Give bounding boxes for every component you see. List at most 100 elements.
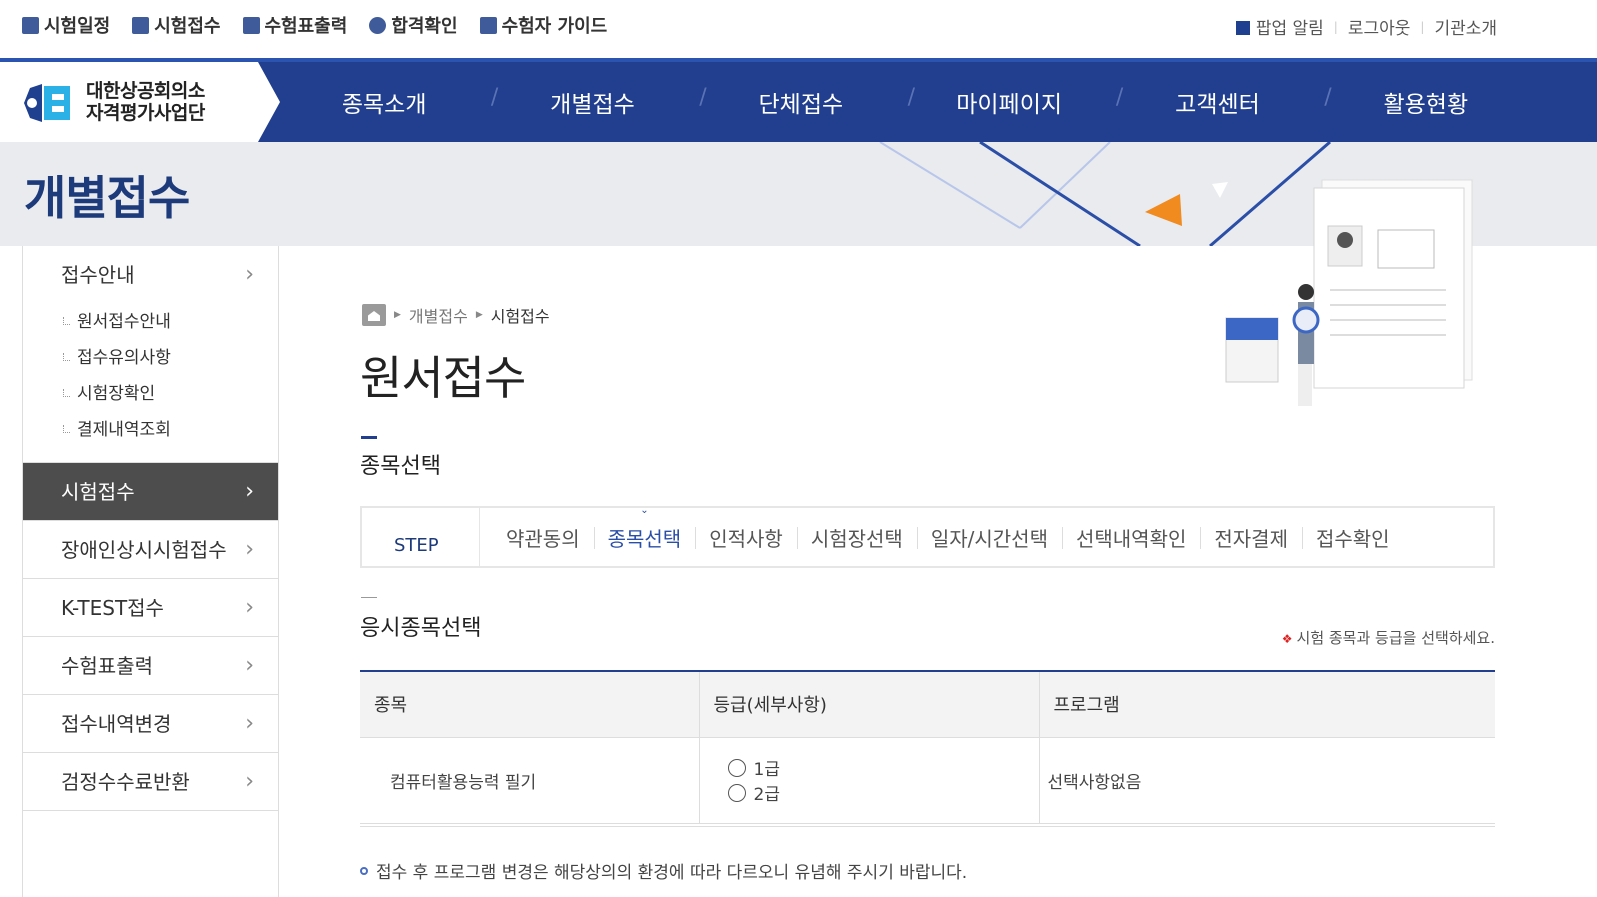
grade-option-2[interactable]: 2급 [727, 780, 1039, 805]
step-subject-label: 종목선택 [607, 526, 682, 551]
gnb-menu: 종목소개 / 개별접수 / 단체접수 / 마이페이지 / 고객센터 / 활용현황 [280, 62, 1530, 142]
sidebar-item-ticket-print[interactable]: 수험표출력 › [23, 637, 278, 695]
home-icon[interactable] [362, 304, 386, 326]
gnb-item-support[interactable]: 고객센터 / [1113, 85, 1331, 119]
logo-line1: 대한상공회의소 [86, 80, 205, 102]
sidebar-submenu: 원서접수안내 접수유의사항 시험장확인 결제내역조회 [23, 304, 278, 463]
util-guide[interactable]: 수험자 가이드 [479, 12, 608, 38]
sidebar-item-label: 검정수수료반환 [61, 770, 190, 794]
chevron-right-icon: › [245, 595, 254, 620]
sidebar-item-ktest[interactable]: K-TEST접수 › [23, 579, 278, 637]
util-label: 시험일정 [44, 16, 111, 37]
table-bottom-border [360, 824, 1495, 827]
subject-cell: 컴퓨터활용능력 필기 [360, 737, 700, 824]
utility-bar: 시험일정 시험접수 수험표출력 합격확인 수험자 가이드 팝업 알림 | 로그아… [0, 0, 1597, 58]
step-personal: 인적사항 [695, 523, 797, 552]
section-title: 종목선택 [360, 454, 441, 479]
grade-option-label: 2급 [753, 785, 780, 805]
badge-icon [369, 16, 387, 34]
breadcrumb-level1[interactable]: 개별접수 [409, 303, 468, 327]
subject-table: 종목 등급(세부사항) 프로그램 컴퓨터활용능력 필기 1급 2급 선택사항없음 [360, 670, 1495, 824]
gnb-label: 마이페이지 [956, 92, 1063, 118]
util-pass-check[interactable]: 합격확인 [369, 12, 458, 38]
sidebar-item-label: 접수내역변경 [61, 712, 172, 736]
gnb-item-intro[interactable]: 종목소개 / [280, 85, 498, 119]
logo-line2: 자격평가사업단 [86, 102, 205, 124]
subsection-mark [361, 597, 377, 598]
required-icon: ❖ [1281, 632, 1293, 646]
gnb-item-usage[interactable]: 활용현황 [1322, 85, 1530, 119]
step-venue: 시험장선택 [796, 523, 917, 552]
sidebar-item-exam-register[interactable]: 시험접수 › [23, 463, 278, 521]
breadcrumb-arrow-icon: ▶ [475, 310, 483, 320]
table-row: 컴퓨터활용능력 필기 1급 2급 선택사항없음 [360, 737, 1495, 824]
sidebar: 접수안내 › 원서접수안내 접수유의사항 시험장확인 결제내역조회 시험접수 ›… [22, 246, 279, 897]
gnb-label: 종목소개 [341, 92, 427, 118]
logo-mark-icon [24, 84, 70, 122]
sidebar-item-label: 장애인상시시험접수 [61, 538, 227, 562]
chevron-right-icon: › [245, 262, 254, 287]
sidebar-sub-venue-check[interactable]: 시험장확인 [61, 376, 278, 412]
grade-option-1[interactable]: 1급 [727, 755, 1039, 780]
sidebar-sub-payment-history[interactable]: 결제내역조회 [61, 412, 278, 448]
program-cell: 선택사항없음 [1039, 737, 1495, 824]
step-subject: ⌄ 종목선택 [593, 505, 696, 552]
table-header: 등급(세부사항) [699, 670, 1040, 738]
selection-note: ❖ 시험 종목과 등급을 선택하세요. [1282, 627, 1495, 648]
popup-link[interactable]: 팝업 알림 [1235, 14, 1324, 39]
selection-note-text: 시험 종목과 등급을 선택하세요. [1296, 629, 1495, 647]
util-label: 수험표출력 [264, 16, 348, 37]
util-label: 시험접수 [154, 16, 221, 37]
radio-button[interactable] [727, 758, 746, 777]
footer-note: 접수 후 프로그램 변경은 해당상의의 환경에 따라 다르오니 유념해 주시기 … [360, 858, 967, 883]
gnb-label: 단체접수 [758, 92, 844, 118]
logo[interactable]: 대한상공회의소 자격평가사업단 [0, 62, 280, 142]
gnb-item-individual[interactable]: 개별접수 / [488, 85, 706, 119]
util-exam-register[interactable]: 시험접수 [132, 12, 221, 38]
chevron-down-icon: ⌄ [640, 504, 649, 516]
divider: | [1333, 19, 1338, 34]
breadcrumb: ▶ 개별접수 ▶ 시험접수 [362, 303, 550, 327]
sidebar-item-guide[interactable]: 접수안내 › [23, 246, 278, 304]
gnb-label: 고객센터 [1175, 92, 1260, 118]
calendar-icon [22, 16, 39, 34]
sidebar-item-label: 수험표출력 [61, 654, 153, 678]
sidebar-item-change[interactable]: 접수내역변경 › [23, 695, 278, 753]
about-link[interactable]: 기관소개 [1434, 14, 1497, 39]
sidebar-item-label: 시험접수 [61, 480, 135, 504]
radio-button[interactable] [727, 783, 746, 802]
util-exam-schedule[interactable]: 시험일정 [22, 12, 110, 38]
logo-text: 대한상공회의소 자격평가사업단 [86, 80, 205, 124]
edit-icon [132, 16, 150, 34]
bullet-icon [360, 866, 368, 875]
table-header: 종목 [360, 670, 700, 738]
util-ticket-print[interactable]: 수험표출력 [242, 12, 348, 38]
sidebar-item-label: 접수안내 [61, 263, 135, 287]
sidebar-item-refund[interactable]: 검정수수료반환 › [23, 753, 278, 811]
step-terms: 약관동의 [506, 526, 580, 551]
registration-illustration [1225, 179, 1473, 406]
step-label: STEP [362, 508, 480, 566]
chevron-right-icon: › [245, 711, 254, 736]
breadcrumb-arrow-icon: ▶ [394, 310, 401, 320]
gnb-item-mypage[interactable]: 마이페이지 / [905, 85, 1123, 119]
step-datetime: 일자/시간선택 [916, 523, 1062, 552]
gnb-item-group[interactable]: 단체접수 / [697, 85, 915, 119]
step-confirm: 접수확인 [1301, 523, 1404, 552]
footer-note-text: 접수 후 프로그램 변경은 해당상의의 환경에 따라 다르오니 유념해 주시기 … [376, 863, 968, 883]
chevron-right-icon: › [245, 769, 254, 794]
popup-label: 팝업 알림 [1255, 19, 1324, 39]
util-label: 수험자 가이드 [501, 16, 608, 37]
chevron-right-icon: › [245, 537, 254, 562]
util-label: 합격확인 [391, 16, 458, 37]
section-mark [361, 436, 377, 439]
sidebar-item-disabled-exam[interactable]: 장애인상시시험접수 › [23, 521, 278, 579]
grade-cell: 1급 2급 [699, 737, 1040, 824]
logout-link[interactable]: 로그아웃 [1348, 14, 1411, 39]
sidebar-sub-application-guide[interactable]: 원서접수안내 [61, 304, 278, 340]
table-header: 프로그램 [1039, 670, 1495, 738]
sidebar-sub-precautions[interactable]: 접수유의사항 [61, 340, 278, 376]
step-list: 약관동의 ⌄ 종목선택 인적사항 시험장선택 일자/시간선택 선택내역확인 전자결… [480, 505, 1404, 552]
table-header-row: 종목 등급(세부사항) 프로그램 [360, 670, 1495, 738]
book-icon [479, 16, 497, 34]
